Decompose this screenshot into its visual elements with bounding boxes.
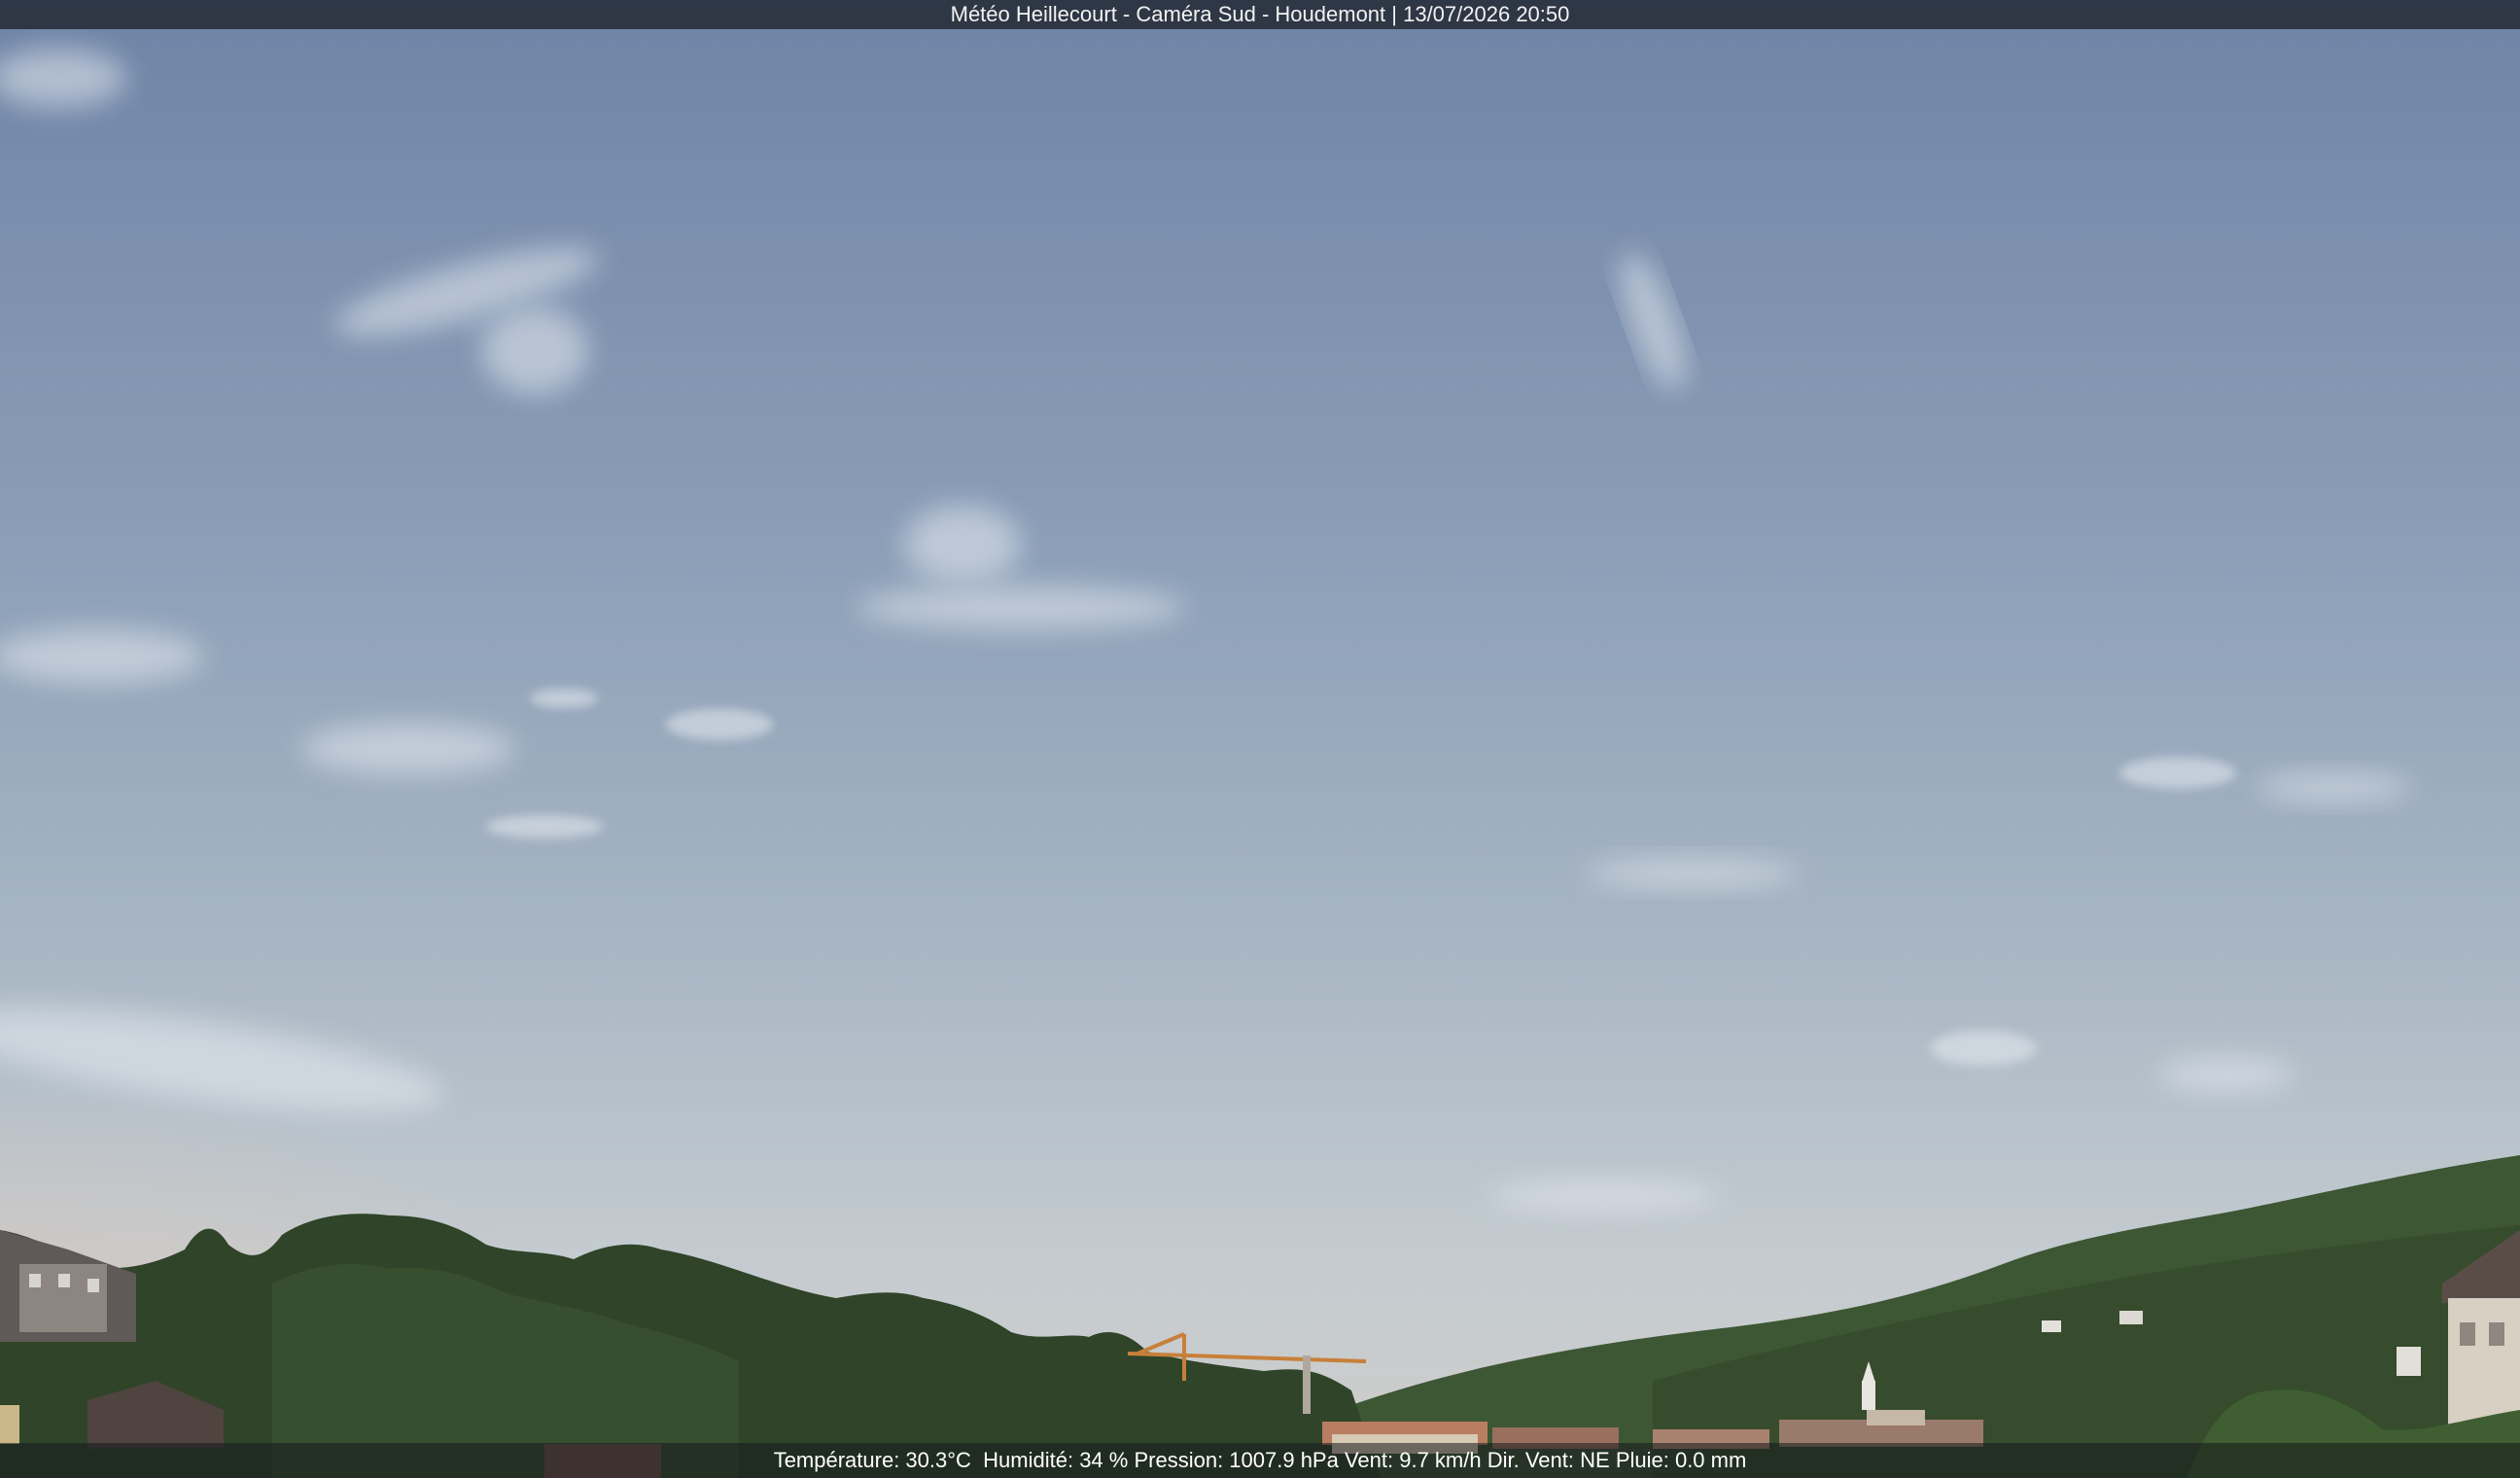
webcam-scene bbox=[0, 0, 2520, 1478]
pressure-reading: Pression: 1007.9 hPa bbox=[1134, 1448, 1339, 1472]
wind-direction-reading: Dir. Vent: NE bbox=[1487, 1448, 1610, 1472]
rain-reading: Pluie: 0.0 mm bbox=[1615, 1448, 1747, 1472]
camera-title-banner: Météo Heillecourt - Caméra Sud - Houdemo… bbox=[0, 0, 2520, 29]
temperature-reading: Température: 30.3°C bbox=[773, 1448, 971, 1472]
weather-info-banner: Température: 30.3°C Humidité: 34 % Press… bbox=[0, 1443, 2520, 1478]
humidity-reading: Humidité: 34 % bbox=[983, 1448, 1129, 1472]
wind-speed-reading: Vent: 9.7 km/h bbox=[1344, 1448, 1482, 1472]
webcam-viewer: Météo Heillecourt - Caméra Sud - Houdemo… bbox=[0, 0, 2520, 1478]
camera-title: Météo Heillecourt - Caméra Sud - Houdemo… bbox=[950, 2, 1570, 26]
